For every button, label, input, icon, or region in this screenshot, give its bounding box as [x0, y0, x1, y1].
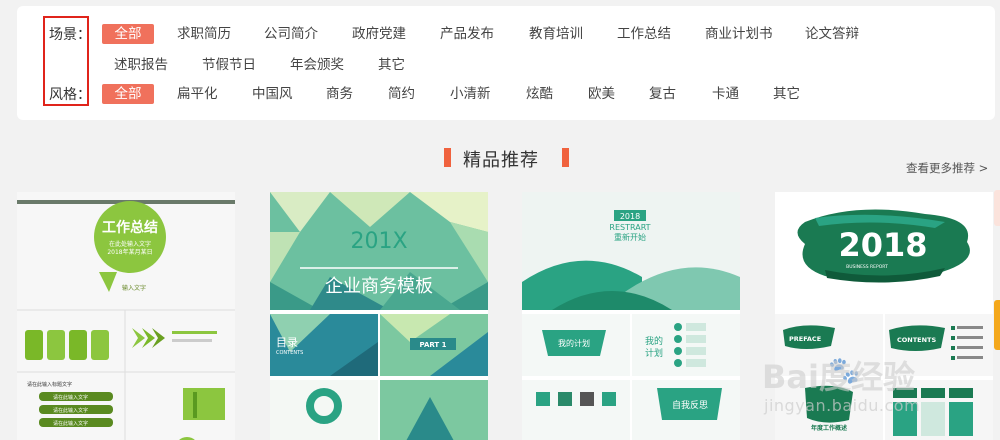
- scene-option-6[interactable]: 教育培训: [529, 24, 583, 44]
- title-bar-left: [444, 148, 451, 167]
- scene-option-13[interactable]: 其它: [378, 55, 405, 75]
- side-tab-middle[interactable]: [994, 300, 1000, 350]
- card-3-thumbnail: 2018 RESTRART 重新开始 我的计划 我的 计划 自我反思: [522, 192, 740, 440]
- card-2-part-label: PART 1: [419, 341, 446, 349]
- card-1-cover-sub2: 2018年某月某日: [107, 248, 152, 256]
- more-recommend-link[interactable]: 查看更多推荐 >: [906, 160, 988, 176]
- scene-label: 场景：: [49, 27, 91, 43]
- side-tab-top[interactable]: [994, 190, 1000, 226]
- style-option-10[interactable]: 卡通: [712, 84, 739, 104]
- scene-option-2[interactable]: 求职简历: [177, 24, 231, 44]
- template-card-3[interactable]: 2018 RESTRART 重新开始 我的计划 我的 计划 自我反思: [522, 192, 740, 440]
- style-option-11[interactable]: 其它: [773, 84, 800, 104]
- section-title-text: 精品推荐: [463, 150, 539, 171]
- card-2-toc-label: 目录: [276, 336, 298, 349]
- card-3-restart-cn: 重新开始: [614, 232, 646, 242]
- scene-option-1[interactable]: 全部: [102, 24, 154, 44]
- style-option-1[interactable]: 全部: [102, 84, 154, 104]
- scene-option-12[interactable]: 年会颁奖: [290, 55, 344, 75]
- card-1-list-item-2: 请在此输入文字: [53, 407, 88, 414]
- card-1-list-item-3: 请在此输入文字: [53, 420, 88, 427]
- scene-option-11[interactable]: 节假节日: [202, 55, 256, 75]
- style-option-4[interactable]: 商务: [326, 84, 353, 104]
- card-4-year: 2018: [838, 226, 927, 264]
- scene-option-8[interactable]: 商业计划书: [705, 24, 773, 44]
- card-1-list-item-1: 请在此输入文字: [53, 394, 88, 401]
- style-option-5[interactable]: 简约: [388, 84, 415, 104]
- card-4-business-report: BUSINESS REPORT: [846, 264, 888, 270]
- card-2-year: 201X: [350, 229, 407, 254]
- card-4-contents: CONTENTS: [897, 336, 936, 344]
- template-card-1[interactable]: 工作总结 在此处输入文字 2018年某月某日 输入文字 请在此输入标题文字 请在…: [17, 192, 235, 440]
- scene-option-5[interactable]: 产品发布: [440, 24, 494, 44]
- scene-option-7[interactable]: 工作总结: [617, 24, 671, 44]
- card-1-cover-sub1: 在此处输入文字: [109, 240, 151, 248]
- card-1-slide-caption: 输入文字: [122, 284, 146, 292]
- card-2-toc-sub: CONTENTS: [276, 350, 303, 356]
- card-2-title: 企业商务模板: [325, 276, 433, 297]
- card-3-reflect: 自我反思: [672, 399, 708, 411]
- card-3-my-plan-b: 我的: [645, 335, 663, 347]
- scene-option-10[interactable]: 述职报告: [114, 55, 168, 75]
- style-option-2[interactable]: 扁平化: [177, 84, 218, 104]
- scene-option-3[interactable]: 公司简介: [264, 24, 318, 44]
- template-card-4[interactable]: 2018 BUSINESS REPORT PREFACE CONTENTS 年度…: [775, 192, 993, 440]
- card-3-my-plan-c: 计划: [645, 347, 663, 359]
- template-card-2[interactable]: 201X 企业商务模板 目录 CONTENTS PART 1: [270, 192, 488, 440]
- card-4-preface: PREFACE: [789, 335, 821, 343]
- card-1-thumbnail: 工作总结 在此处输入文字 2018年某月某日 输入文字 请在此输入标题文字 请在…: [17, 192, 235, 440]
- card-2-thumbnail: 201X 企业商务模板 目录 CONTENTS PART 1: [270, 192, 488, 440]
- card-4-summary: 年度工作概述: [811, 424, 847, 432]
- style-option-7[interactable]: 炫酷: [526, 84, 553, 104]
- card-1-list-heading: 请在此输入标题文字: [27, 381, 72, 388]
- style-option-3[interactable]: 中国风: [252, 84, 293, 104]
- card-4-thumbnail: 2018 BUSINESS REPORT PREFACE CONTENTS 年度…: [775, 192, 993, 440]
- title-bar-right: [562, 148, 569, 167]
- scene-option-4[interactable]: 政府党建: [352, 24, 406, 44]
- card-3-year: 2018: [620, 212, 640, 221]
- card-3-restart-en: RESTRART: [609, 223, 650, 232]
- card-3-my-plan-a: 我的计划: [558, 338, 590, 348]
- scene-option-9[interactable]: 论文答辩: [805, 24, 859, 44]
- style-label: 风格：: [49, 87, 91, 103]
- card-1-cover-title: 工作总结: [102, 219, 158, 236]
- style-option-8[interactable]: 欧美: [588, 84, 615, 104]
- style-option-6[interactable]: 小清新: [450, 84, 491, 104]
- style-option-9[interactable]: 复古: [649, 84, 676, 104]
